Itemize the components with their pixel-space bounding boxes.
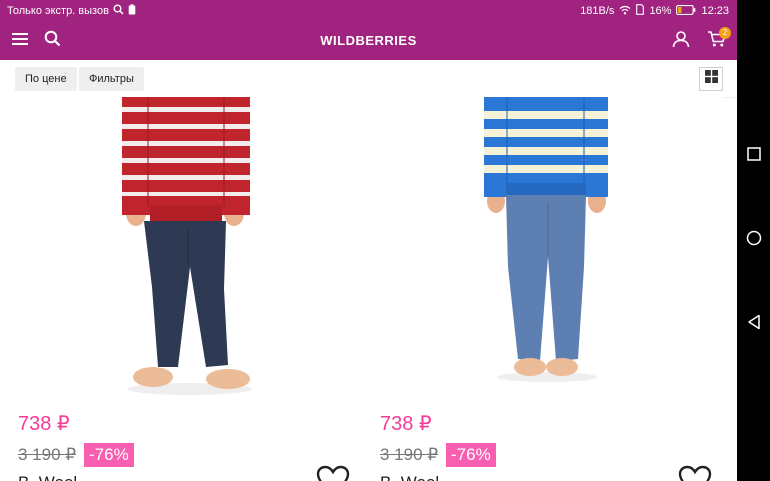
battery-percent: 16% [649,5,672,17]
home-button[interactable] [745,230,762,251]
network-speed: 181B/s [580,5,615,17]
back-triangle-icon [747,314,761,335]
battery-icon [676,4,696,18]
clock: 12:23 [701,5,729,17]
product-brand: B. Wool [18,473,77,481]
filter-bar: По цене Фильтры [0,60,737,98]
product-price: 738 ₽ [380,413,432,435]
profile-button[interactable] [669,30,693,52]
circle-icon [746,230,762,251]
back-button[interactable] [745,314,762,335]
clipboard-icon [128,4,136,18]
product-image [0,97,362,402]
carrier-text: Только экстр. вызов [7,5,109,17]
app-bar: WILDBERRIES 2 [0,22,737,60]
product-brand: B. Wool [380,473,439,481]
status-left: Только экстр. вызов [7,4,136,18]
filters-button[interactable]: Фильтры [79,67,144,91]
status-bar: Только экстр. вызов 181B/s 16% 12:23 [0,0,737,22]
product-old-price: 3 190 ₽ [380,445,439,464]
profile-icon [672,30,690,53]
product-price: 738 ₽ [18,413,70,435]
sim-icon [636,4,645,18]
recent-apps-button[interactable] [745,147,762,166]
cart-button[interactable]: 2 [705,27,731,52]
cart-badge: 2 [719,27,731,39]
product-old-price: 3 190 ₽ [18,445,77,464]
app-title: WILDBERRIES [320,33,417,48]
grid-icon [704,70,718,88]
product-card[interactable]: 738 ₽ 3 190 ₽ -76% B. Wool [0,97,362,481]
discount-badge: -76% [84,443,134,467]
add-to-favorites-button[interactable] [316,465,350,481]
discount-badge: -76% [446,443,496,467]
product-card[interactable]: 738 ₽ 3 190 ₽ -76% B. Wool [362,97,724,481]
grid-view-toggle[interactable] [699,67,723,91]
status-right: 181B/s 16% 12:23 [580,4,729,18]
system-navigation-bar [737,0,770,481]
wifi-icon [619,5,631,18]
app-screen: Только экстр. вызов 181B/s 16% 12:23 WIL… [0,0,737,481]
square-icon [746,147,761,166]
search-icon [113,4,124,18]
add-to-favorites-button[interactable] [678,465,712,481]
sort-by-price-button[interactable]: По цене [15,67,77,91]
product-image [362,97,724,402]
